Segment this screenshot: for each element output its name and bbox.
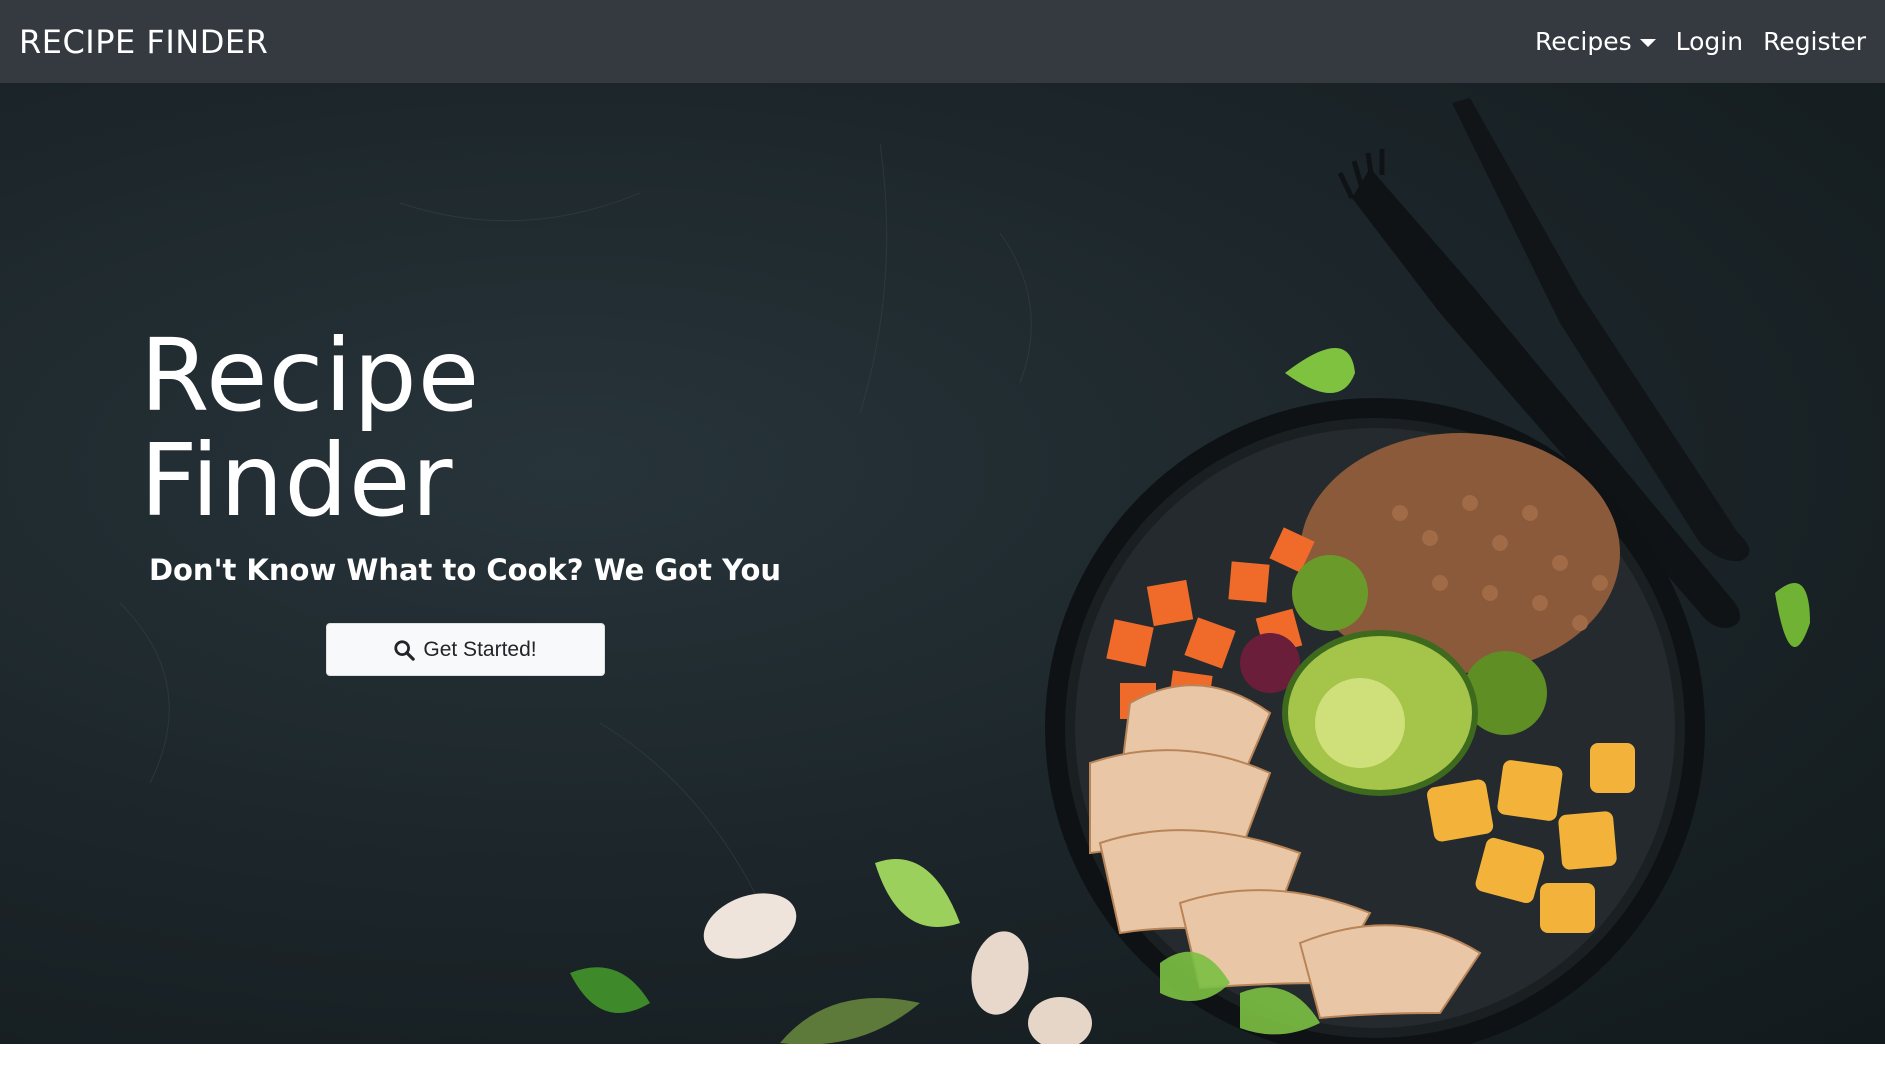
hero-subtitle: Don't Know What to Cook? We Got You — [148, 553, 782, 587]
nav-links: Recipes Login Register — [1535, 27, 1866, 56]
nav-recipes-label: Recipes — [1535, 27, 1632, 56]
get-started-label: Get Started! — [423, 637, 537, 661]
basil-leaf-icon — [1775, 583, 1810, 647]
garlic-icon — [1028, 997, 1092, 1044]
basil-leaf-icon — [1285, 348, 1355, 393]
basil-leaf-icon — [570, 967, 650, 1013]
nav-recipes-dropdown[interactable]: Recipes — [1535, 27, 1656, 56]
garlic-icon — [703, 893, 797, 959]
get-started-button[interactable]: Get Started! — [325, 623, 605, 676]
nav-login-link[interactable]: Login — [1676, 27, 1743, 56]
hero-title: Recipe Finder — [140, 317, 481, 539]
nav-register-link[interactable]: Register — [1763, 27, 1866, 56]
caret-down-icon — [1639, 38, 1656, 47]
hero-content: Recipe Finder Don't Know What to Cook? W… — [140, 323, 790, 676]
brand-logo[interactable]: RECIPE FINDER — [19, 23, 268, 61]
hero-section: Recipe Finder Don't Know What to Cook? W… — [0, 83, 1885, 1044]
search-icon — [394, 639, 416, 661]
garlic-icon — [971, 931, 1029, 1015]
basil-leaf-icon — [875, 859, 960, 927]
page-bottom-area — [0, 1044, 1885, 1075]
top-navbar: RECIPE FINDER Recipes Login Register — [0, 0, 1885, 83]
basil-leaf-icon — [780, 998, 920, 1044]
